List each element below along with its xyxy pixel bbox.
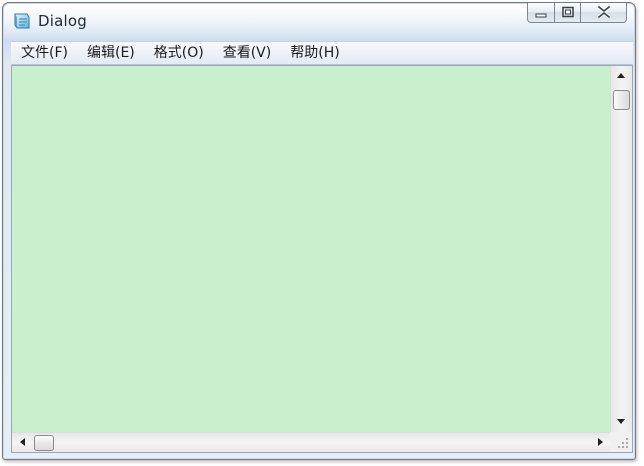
close-icon <box>596 3 611 22</box>
scroll-up-button[interactable] <box>611 66 631 86</box>
menu-view[interactable]: 查看(V) <box>213 42 281 64</box>
minimize-button[interactable] <box>527 3 554 23</box>
menu-edit[interactable]: 编辑(E) <box>77 42 144 64</box>
arrow-right-icon <box>597 437 603 449</box>
editor-container <box>11 65 633 453</box>
scroll-down-button[interactable] <box>611 412 631 432</box>
menu-file[interactable]: 文件(F) <box>11 42 77 64</box>
maximize-button[interactable] <box>554 3 580 23</box>
caption-buttons <box>527 3 627 25</box>
menu-format[interactable]: 格式(O) <box>144 42 213 64</box>
arrow-up-icon <box>617 72 625 81</box>
horizontal-scroll-thumb[interactable] <box>34 435 54 451</box>
text-editor[interactable] <box>12 66 610 432</box>
arrow-down-icon <box>617 418 625 427</box>
maximize-icon <box>561 3 575 22</box>
vertical-scrollbar[interactable] <box>610 66 632 432</box>
dialog-window: Dialog 文件(F) 编辑(E) 格式(O) 查看(V) 帮助(H) <box>2 2 636 460</box>
title-bar[interactable]: Dialog <box>3 3 635 39</box>
close-button[interactable] <box>580 3 627 23</box>
vertical-scroll-thumb[interactable] <box>613 90 630 110</box>
scroll-right-button[interactable] <box>590 433 610 453</box>
menu-bar: 文件(F) 编辑(E) 格式(O) 查看(V) 帮助(H) <box>11 41 633 65</box>
resize-grip[interactable] <box>610 432 632 452</box>
arrow-left-icon <box>19 437 25 449</box>
minimize-icon <box>535 3 547 22</box>
scroll-left-button[interactable] <box>12 433 32 453</box>
window-title: Dialog <box>38 12 87 30</box>
horizontal-scrollbar[interactable] <box>12 432 610 452</box>
notepad-icon <box>12 12 32 30</box>
menu-help[interactable]: 帮助(H) <box>280 42 348 64</box>
